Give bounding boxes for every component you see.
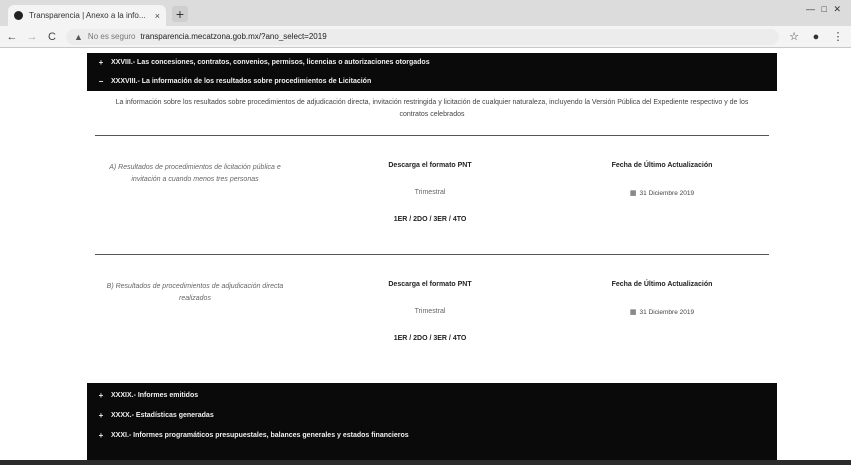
- update-heading: Fecha de Último Actualización: [611, 162, 713, 169]
- not-secure-label[interactable]: No es seguro: [88, 32, 136, 41]
- update-date: ▦ 31 Diciembre 2019: [557, 189, 767, 198]
- quarter-links[interactable]: 1ER / 2DO / 3ER / 4TO: [335, 335, 525, 342]
- section-description: A) Resultados de procedimientos de licit…: [109, 164, 281, 183]
- accordion-item-xxxviii[interactable]: − XXXVIII.- La información de los result…: [87, 72, 777, 91]
- accordion-item-xxxx[interactable]: + XXXX.- Estadísticas generadas: [87, 405, 777, 425]
- expand-icon: +: [98, 430, 104, 440]
- window-controls[interactable]: — □ ✕: [806, 4, 843, 15]
- result-section-a: A) Resultados de procedimientos de licit…: [87, 136, 777, 254]
- address-bar[interactable]: ▲ No es seguro transparencia.mecatzona.g…: [66, 28, 779, 45]
- result-section-b: B) Resultados de procedimientos de adjud…: [87, 255, 777, 373]
- tab-close-icon[interactable]: ×: [155, 11, 160, 21]
- expand-icon: +: [98, 390, 104, 400]
- browser-tab-bar: Transparencia | Anexo a la info... × + —…: [0, 0, 851, 26]
- period-label: Trimestral: [414, 189, 446, 196]
- download-heading: Descarga el formato PNT: [388, 281, 472, 288]
- download-column: Descarga el formato PNT Trimestral 1ER /…: [335, 281, 525, 342]
- content-container: + XXVIII.- Las concesiones, contratos, c…: [87, 53, 777, 373]
- calendar-icon: ▦: [629, 190, 637, 197]
- accordion-label: XXXI.- Informes programáticos presupuest…: [111, 431, 409, 439]
- warning-icon[interactable]: ▲: [74, 32, 83, 42]
- section-intro: La información sobre los resultados sobr…: [115, 99, 749, 118]
- account-icon[interactable]: ●: [809, 31, 823, 43]
- reload-button[interactable]: C: [46, 31, 58, 43]
- section-description: B) Resultados de procedimientos de adjud…: [106, 283, 284, 302]
- collapse-icon: −: [98, 77, 104, 86]
- quarter-links[interactable]: 1ER / 2DO / 3ER / 4TO: [335, 216, 525, 223]
- update-column: Fecha de Último Actualización ▦ 31 Dicie…: [557, 281, 767, 316]
- menu-icon[interactable]: ⋮: [831, 30, 845, 43]
- accordion-item-xxxi[interactable]: + XXXI.- Informes programáticos presupue…: [87, 425, 777, 445]
- update-date: ▦ 31 Diciembre 2019: [557, 308, 767, 317]
- calendar-icon: ▦: [629, 309, 637, 316]
- forward-button[interactable]: →: [26, 31, 38, 43]
- accordion-top: + XXVIII.- Las concesiones, contratos, c…: [87, 53, 777, 91]
- favicon-icon: [14, 11, 23, 20]
- url-text[interactable]: transparencia.mecatzona.gob.mx/?ano_sele…: [141, 32, 327, 41]
- update-heading: Fecha de Último Actualización: [611, 281, 713, 288]
- period-label: Trimestral: [414, 308, 446, 315]
- browser-tab[interactable]: Transparencia | Anexo a la info... ×: [8, 5, 166, 26]
- new-tab-button[interactable]: +: [172, 6, 188, 22]
- os-taskbar: [0, 460, 851, 465]
- update-date-text: 31 Diciembre 2019: [639, 189, 695, 197]
- download-column: Descarga el formato PNT Trimestral 1ER /…: [335, 162, 525, 223]
- update-column: Fecha de Último Actualización ▦ 31 Dicie…: [557, 162, 767, 197]
- accordion-label: XXXX.- Estadísticas generadas: [111, 411, 214, 419]
- back-button[interactable]: ←: [6, 31, 18, 43]
- browser-toolbar: ← → C ▲ No es seguro transparencia.mecat…: [0, 26, 851, 48]
- update-date-text: 31 Diciembre 2019: [639, 308, 695, 316]
- bookmark-star-icon[interactable]: ☆: [787, 30, 801, 43]
- tab-title: Transparencia | Anexo a la info...: [29, 11, 146, 20]
- expand-icon: +: [98, 410, 104, 420]
- accordion-item-xxviii[interactable]: + XXVIII.- Las concesiones, contratos, c…: [87, 53, 777, 72]
- accordion-label: XXVIII.- Las concesiones, contratos, con…: [111, 59, 430, 66]
- page-viewport: + XXVIII.- Las concesiones, contratos, c…: [0, 48, 851, 460]
- download-heading: Descarga el formato PNT: [388, 162, 472, 169]
- expand-icon: +: [98, 58, 104, 67]
- accordion-item-xxxix[interactable]: + XXXIX.- Informes emitidos: [87, 385, 777, 405]
- accordion-label: XXXIX.- Informes emitidos: [111, 391, 199, 399]
- accordion-bottom: + XXXIX.- Informes emitidos + XXXX.- Est…: [87, 383, 777, 460]
- accordion-label: XXXVIII.- La información de los resultad…: [111, 78, 372, 85]
